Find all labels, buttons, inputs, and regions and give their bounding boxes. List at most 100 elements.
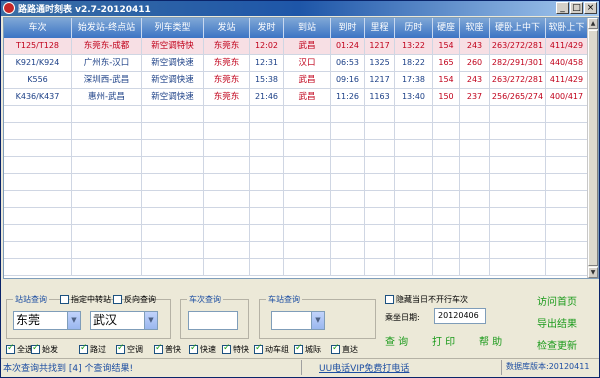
- date-label: 乘坐日期:: [385, 313, 420, 322]
- checkbox-box[interactable]: [31, 343, 40, 354]
- empty-cell: [284, 208, 331, 224]
- results-grid[interactable]: 车次 始发站-终点站 列车类型 发站 发时 到站 到时 里程 历时 硬座 软座 硬卧上中下 软卧上下 T…: [3, 17, 599, 279]
- transfer-checkbox[interactable]: 指定中转站: [60, 294, 111, 305]
- empty-cell: [72, 106, 142, 122]
- table-cell: 01:24: [331, 38, 365, 54]
- filter-label: 特快: [233, 345, 249, 354]
- checkbox-box[interactable]: [331, 343, 340, 354]
- checkbox-box[interactable]: [6, 343, 15, 354]
- checkbox-box[interactable]: [189, 343, 198, 354]
- column-header[interactable]: 车次: [4, 18, 72, 38]
- vertical-scrollbar[interactable]: ▲ ▼: [587, 18, 598, 278]
- empty-cell: [204, 106, 250, 122]
- print-button[interactable]: 打 印: [432, 333, 455, 348]
- minimize-button[interactable]: _: [556, 2, 569, 14]
- filter-checkbox[interactable]: 始发: [31, 343, 58, 355]
- filter-checkbox[interactable]: 空调: [116, 343, 143, 355]
- column-header[interactable]: 发站: [204, 18, 250, 38]
- table-cell: K921/K924: [4, 55, 72, 71]
- filter-label: 始发: [42, 345, 58, 354]
- checkbox-box[interactable]: [294, 343, 303, 354]
- empty-cell: [460, 106, 490, 122]
- hide-checkbox-box[interactable]: [385, 295, 394, 304]
- to-station-select[interactable]: 武汉 ▼: [90, 311, 158, 330]
- filter-checkbox[interactable]: 特快: [222, 343, 249, 355]
- empty-cell: [331, 225, 365, 241]
- filter-label: 动车组: [265, 345, 289, 354]
- empty-cell: [395, 106, 433, 122]
- column-header[interactable]: 始发站-终点站: [72, 18, 142, 38]
- from-station-select[interactable]: 东莞 ▼: [13, 311, 81, 330]
- column-header[interactable]: 到站: [284, 18, 331, 38]
- table-row[interactable]: T125/T128 东莞东-成都 新空调特快 东莞东 12:02 武昌 01:24 1217 1…: [4, 38, 588, 55]
- empty-cell: [433, 242, 460, 258]
- filter-label: 普快: [165, 345, 181, 354]
- column-header[interactable]: 硬座: [433, 18, 460, 38]
- filter-label: 直达: [342, 345, 358, 354]
- column-header[interactable]: 列车类型: [142, 18, 204, 38]
- status-bar: 本次查询共找到 [4] 个查询结果! UU电话VIP免费打电话 数据库版本:20…: [1, 358, 599, 377]
- table-cell: 新空调快速: [142, 89, 204, 105]
- empty-cell: [460, 191, 490, 207]
- reverse-checkbox-box[interactable]: [113, 295, 122, 304]
- grid-body: T125/T128 东莞东-成都 新空调特快 东莞东 12:02 武昌 01:24 1217 1…: [4, 38, 588, 276]
- chevron-down-icon[interactable]: ▼: [144, 312, 157, 329]
- hide-checkbox[interactable]: 隐藏当日不开行车次: [385, 294, 468, 305]
- checkbox-box[interactable]: [254, 343, 263, 354]
- transfer-checkbox-box[interactable]: [60, 295, 69, 304]
- chevron-down-icon[interactable]: ▼: [67, 312, 80, 329]
- table-cell: 263/272/281: [490, 72, 546, 88]
- empty-cell: [72, 174, 142, 190]
- scroll-up-icon[interactable]: ▲: [588, 18, 598, 29]
- empty-cell: [142, 140, 204, 156]
- empty-cell: [395, 140, 433, 156]
- reverse-checkbox[interactable]: 反向查询: [113, 294, 156, 305]
- column-header[interactable]: 历时: [395, 18, 433, 38]
- filter-checkbox[interactable]: 动车组: [254, 343, 289, 355]
- title-bar[interactable]: 路路通时刻表 v2.7-20120411 _ □ ×: [1, 1, 599, 16]
- vip-call-link[interactable]: UU电话VIP免费打电话: [319, 361, 409, 374]
- column-header[interactable]: 软卧上下: [546, 18, 588, 38]
- help-button[interactable]: 帮 助: [479, 333, 502, 348]
- maximize-button[interactable]: □: [570, 2, 583, 14]
- visit-home-button[interactable]: 访问首页: [537, 293, 577, 308]
- filter-checkbox[interactable]: 快速: [189, 343, 216, 355]
- table-cell: 263/272/281: [490, 38, 546, 54]
- empty-cell: [4, 140, 72, 156]
- table-row[interactable]: K436/K437 惠州-武昌 新空调快速 东莞东 21:46 武昌 11:26 1163 13…: [4, 89, 588, 106]
- stop-station-select[interactable]: ▼: [271, 311, 325, 330]
- empty-cell: [72, 259, 142, 275]
- table-row[interactable]: K921/K924 广州东-汉口 新空调快速 东莞东 12:31 汉口 06:53 1325 1…: [4, 55, 588, 72]
- empty-cell: [250, 259, 284, 275]
- check-update-button[interactable]: 检查更新: [537, 337, 577, 352]
- scroll-thumb[interactable]: [588, 30, 598, 266]
- column-header[interactable]: 硬卧上中下: [490, 18, 546, 38]
- filter-checkbox[interactable]: 普快: [154, 343, 181, 355]
- column-header[interactable]: 发时: [250, 18, 284, 38]
- export-button[interactable]: 导出结果: [537, 315, 577, 330]
- empty-cell: [142, 174, 204, 190]
- chevron-down-icon[interactable]: ▼: [311, 312, 324, 329]
- close-button[interactable]: ×: [584, 2, 597, 14]
- query-button[interactable]: 查 询: [385, 333, 408, 348]
- column-header[interactable]: 到时: [331, 18, 365, 38]
- column-header[interactable]: 里程: [365, 18, 395, 38]
- empty-cell: [331, 123, 365, 139]
- table-cell: 1217: [365, 72, 395, 88]
- table-row[interactable]: K556 深圳西-武昌 新空调快速 东莞东 15:38 武昌 09:16 1217 17:38 1…: [4, 72, 588, 89]
- column-header[interactable]: 软座: [460, 18, 490, 38]
- filter-label: 空调: [127, 345, 143, 354]
- filter-checkbox[interactable]: 全选: [6, 343, 33, 355]
- filter-checkbox[interactable]: 直达: [331, 343, 358, 355]
- checkbox-box[interactable]: [79, 343, 88, 354]
- empty-cell: [250, 174, 284, 190]
- filter-checkbox[interactable]: 路过: [79, 343, 106, 355]
- date-input[interactable]: 20120406: [434, 308, 486, 324]
- train-number-input[interactable]: [188, 311, 238, 330]
- scroll-down-icon[interactable]: ▼: [588, 267, 598, 278]
- checkbox-box[interactable]: [154, 343, 163, 354]
- filter-checkbox[interactable]: 城际: [294, 343, 321, 355]
- checkbox-box[interactable]: [222, 343, 231, 354]
- empty-cell: [546, 225, 588, 241]
- checkbox-box[interactable]: [116, 343, 125, 354]
